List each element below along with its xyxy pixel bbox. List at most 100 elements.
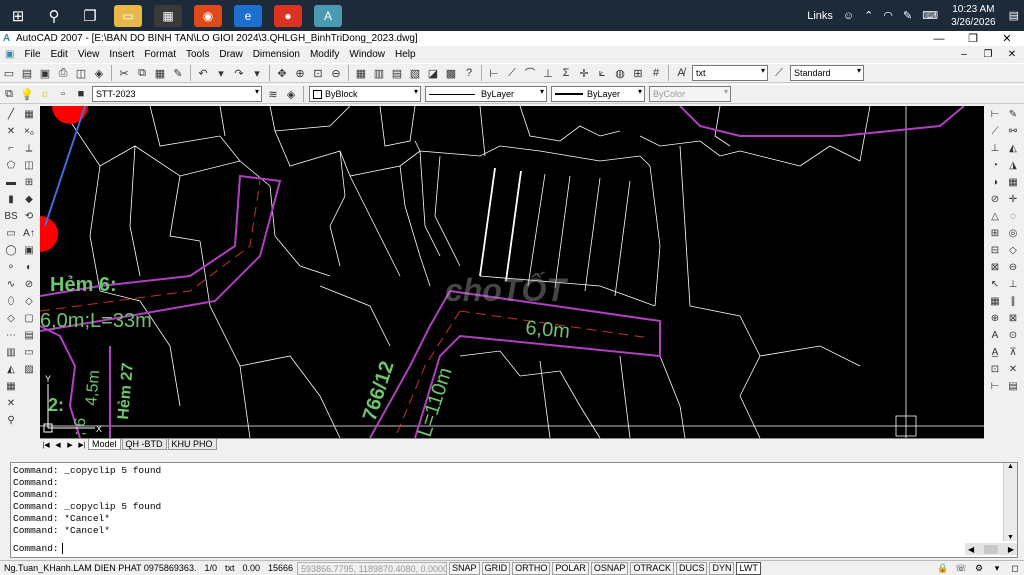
help-icon[interactable]: ?: [461, 65, 477, 81]
snap-settings-icon[interactable]: ▤: [1005, 378, 1021, 395]
sheet-set-icon[interactable]: ▧: [407, 65, 423, 81]
properties-icon[interactable]: ▦: [353, 65, 369, 81]
redo-icon[interactable]: ↷: [231, 65, 247, 81]
last-tab-icon[interactable]: ▶|: [76, 441, 88, 449]
point-icon[interactable]: ⋯: [3, 327, 19, 344]
close-icon[interactable]: ✕: [990, 32, 1024, 45]
copy-icon[interactable]: ⧉: [134, 65, 150, 81]
mtext-icon[interactable]: ✕: [3, 395, 19, 412]
menu-window[interactable]: Window: [344, 49, 390, 60]
continue-dim-icon[interactable]: ⊠: [987, 259, 1003, 276]
join-icon[interactable]: ▢: [21, 310, 37, 327]
mirror-icon[interactable]: ⟂: [21, 140, 37, 157]
doc-minimize-icon[interactable]: –: [952, 49, 976, 60]
menu-insert[interactable]: Insert: [104, 49, 139, 60]
calculator-icon[interactable]: ▦: [154, 4, 182, 27]
lineweight-select[interactable]: ByLayer ▾: [551, 86, 645, 102]
tolerance-icon[interactable]: ◍: [612, 65, 628, 81]
insert-icon[interactable]: ⚲: [3, 412, 19, 429]
scroll-down-icon[interactable]: ▼: [1004, 534, 1017, 541]
design-center-icon[interactable]: ▥: [371, 65, 387, 81]
layer-previous-icon[interactable]: ◈: [283, 86, 299, 102]
doc-icon[interactable]: ▣: [0, 49, 19, 60]
layer-lock-icon[interactable]: ▫: [55, 86, 71, 102]
menu-format[interactable]: Format: [139, 49, 181, 60]
pen-icon[interactable]: ✎: [898, 9, 917, 22]
snap-center-icon[interactable]: ◎: [1005, 225, 1021, 242]
menu-modify[interactable]: Modify: [305, 49, 344, 60]
people-icon[interactable]: ☺: [838, 10, 859, 22]
menu-draw[interactable]: Draw: [214, 49, 247, 60]
lock-icon[interactable]: 🔒: [934, 563, 952, 574]
baseline-icon[interactable]: #: [648, 65, 664, 81]
linear-dim-icon[interactable]: ⊢: [987, 106, 1003, 123]
bs-icon[interactable]: BS: [3, 208, 19, 225]
ordinate-icon[interactable]: ⊥: [540, 65, 556, 81]
scale-icon[interactable]: A↑: [21, 225, 37, 242]
snap-quadrant-icon[interactable]: ◇: [1005, 242, 1021, 259]
chevron-up-icon[interactable]: ⌃: [859, 9, 878, 22]
center-mark-icon[interactable]: ✛: [576, 65, 592, 81]
cut-icon[interactable]: ✂: [116, 65, 132, 81]
notification-icon[interactable]: ▤: [1004, 9, 1024, 22]
plot-preview-icon[interactable]: ◫: [73, 65, 89, 81]
match-properties-icon[interactable]: ✎: [170, 65, 186, 81]
array-icon[interactable]: ⊞: [21, 174, 37, 191]
line-icon[interactable]: ╱: [3, 106, 19, 123]
baseline-dim-icon[interactable]: ⊟: [987, 242, 1003, 259]
fullscreen-icon[interactable]: ◻: [1006, 563, 1024, 574]
continue-icon[interactable]: ⊞: [630, 65, 646, 81]
minimize-icon[interactable]: —: [922, 33, 956, 45]
windows-start-icon[interactable]: ⊞: [0, 0, 36, 31]
zoom-window-icon[interactable]: ⊡: [310, 65, 326, 81]
drawing-canvas[interactable]: Hẻm 6: 6,0m;L=33m 6,0m 766/12 L=110m Hẻm…: [40, 106, 984, 438]
snap-insert-icon[interactable]: ⊠: [1005, 310, 1021, 327]
dyn-toggle[interactable]: DYN: [709, 561, 735, 575]
links-toolbar[interactable]: Links: [802, 10, 838, 22]
scroll-left-icon[interactable]: ◀: [968, 545, 974, 554]
text-style-select[interactable]: txt ▾: [692, 65, 768, 81]
ducs-toggle[interactable]: DUCS: [675, 561, 708, 575]
otrack-toggle[interactable]: OTRACK: [630, 561, 674, 575]
menu-file[interactable]: File: [19, 49, 45, 60]
explode-icon[interactable]: ▨: [21, 361, 37, 378]
first-tab-icon[interactable]: |◀: [40, 441, 52, 449]
dimension-icon[interactable]: ⊢: [486, 65, 502, 81]
undo-icon[interactable]: ↶: [195, 65, 211, 81]
lwt-toggle[interactable]: LWT: [736, 561, 761, 575]
snap-extension-icon[interactable]: ◌: [1005, 208, 1021, 225]
file-explorer-icon[interactable]: ▭: [114, 4, 142, 27]
internet-explorer-icon[interactable]: e: [234, 4, 262, 27]
doc-restore-icon[interactable]: ❐: [976, 49, 1000, 60]
zoom-previous-icon[interactable]: ⊖: [328, 65, 344, 81]
revision-cloud-icon[interactable]: ⚬: [3, 259, 19, 276]
tool-palettes-icon[interactable]: ▤: [389, 65, 405, 81]
block-icon[interactable]: ◇: [3, 310, 19, 327]
extend-icon[interactable]: ⊘: [21, 276, 37, 293]
comm-center-icon[interactable]: ☏: [952, 563, 970, 574]
prev-tab-icon[interactable]: ◀: [52, 441, 64, 449]
fillet-icon[interactable]: ▭: [21, 344, 37, 361]
snap-intersection-icon[interactable]: ▦: [1005, 174, 1021, 191]
tab-qh-btd[interactable]: QH -BTD: [121, 439, 167, 450]
trim-icon[interactable]: ◐: [21, 259, 37, 276]
chrome-icon[interactable]: ●: [274, 4, 302, 27]
print-icon[interactable]: ⎙: [55, 65, 71, 81]
region-icon[interactable]: ▭: [3, 225, 19, 242]
polyline-icon[interactable]: ⌐: [3, 140, 19, 157]
layer-select[interactable]: STT-2023 ▾: [92, 86, 262, 102]
layer-freeze-icon[interactable]: ☼: [37, 86, 53, 102]
arc-length-icon[interactable]: ⌒: [522, 65, 538, 81]
pan-icon[interactable]: ✥: [274, 65, 290, 81]
center-mark-dim-icon[interactable]: ⊕: [987, 310, 1003, 327]
text-style-icon[interactable]: A̸: [673, 65, 689, 81]
publish-icon[interactable]: ◈: [91, 65, 107, 81]
redo-dropdown-icon[interactable]: ▾: [249, 65, 265, 81]
linetype-select[interactable]: ByLayer ▾: [425, 86, 547, 102]
layer-manager-icon[interactable]: ⧉: [1, 86, 17, 102]
snap-midpoint-icon[interactable]: ◮: [1005, 157, 1021, 174]
color-select[interactable]: ByBlock ▾: [309, 86, 421, 102]
media-player-icon[interactable]: ◉: [194, 4, 222, 27]
angular-dim-icon[interactable]: △: [987, 208, 1003, 225]
doc-close-icon[interactable]: ✕: [1000, 49, 1024, 60]
